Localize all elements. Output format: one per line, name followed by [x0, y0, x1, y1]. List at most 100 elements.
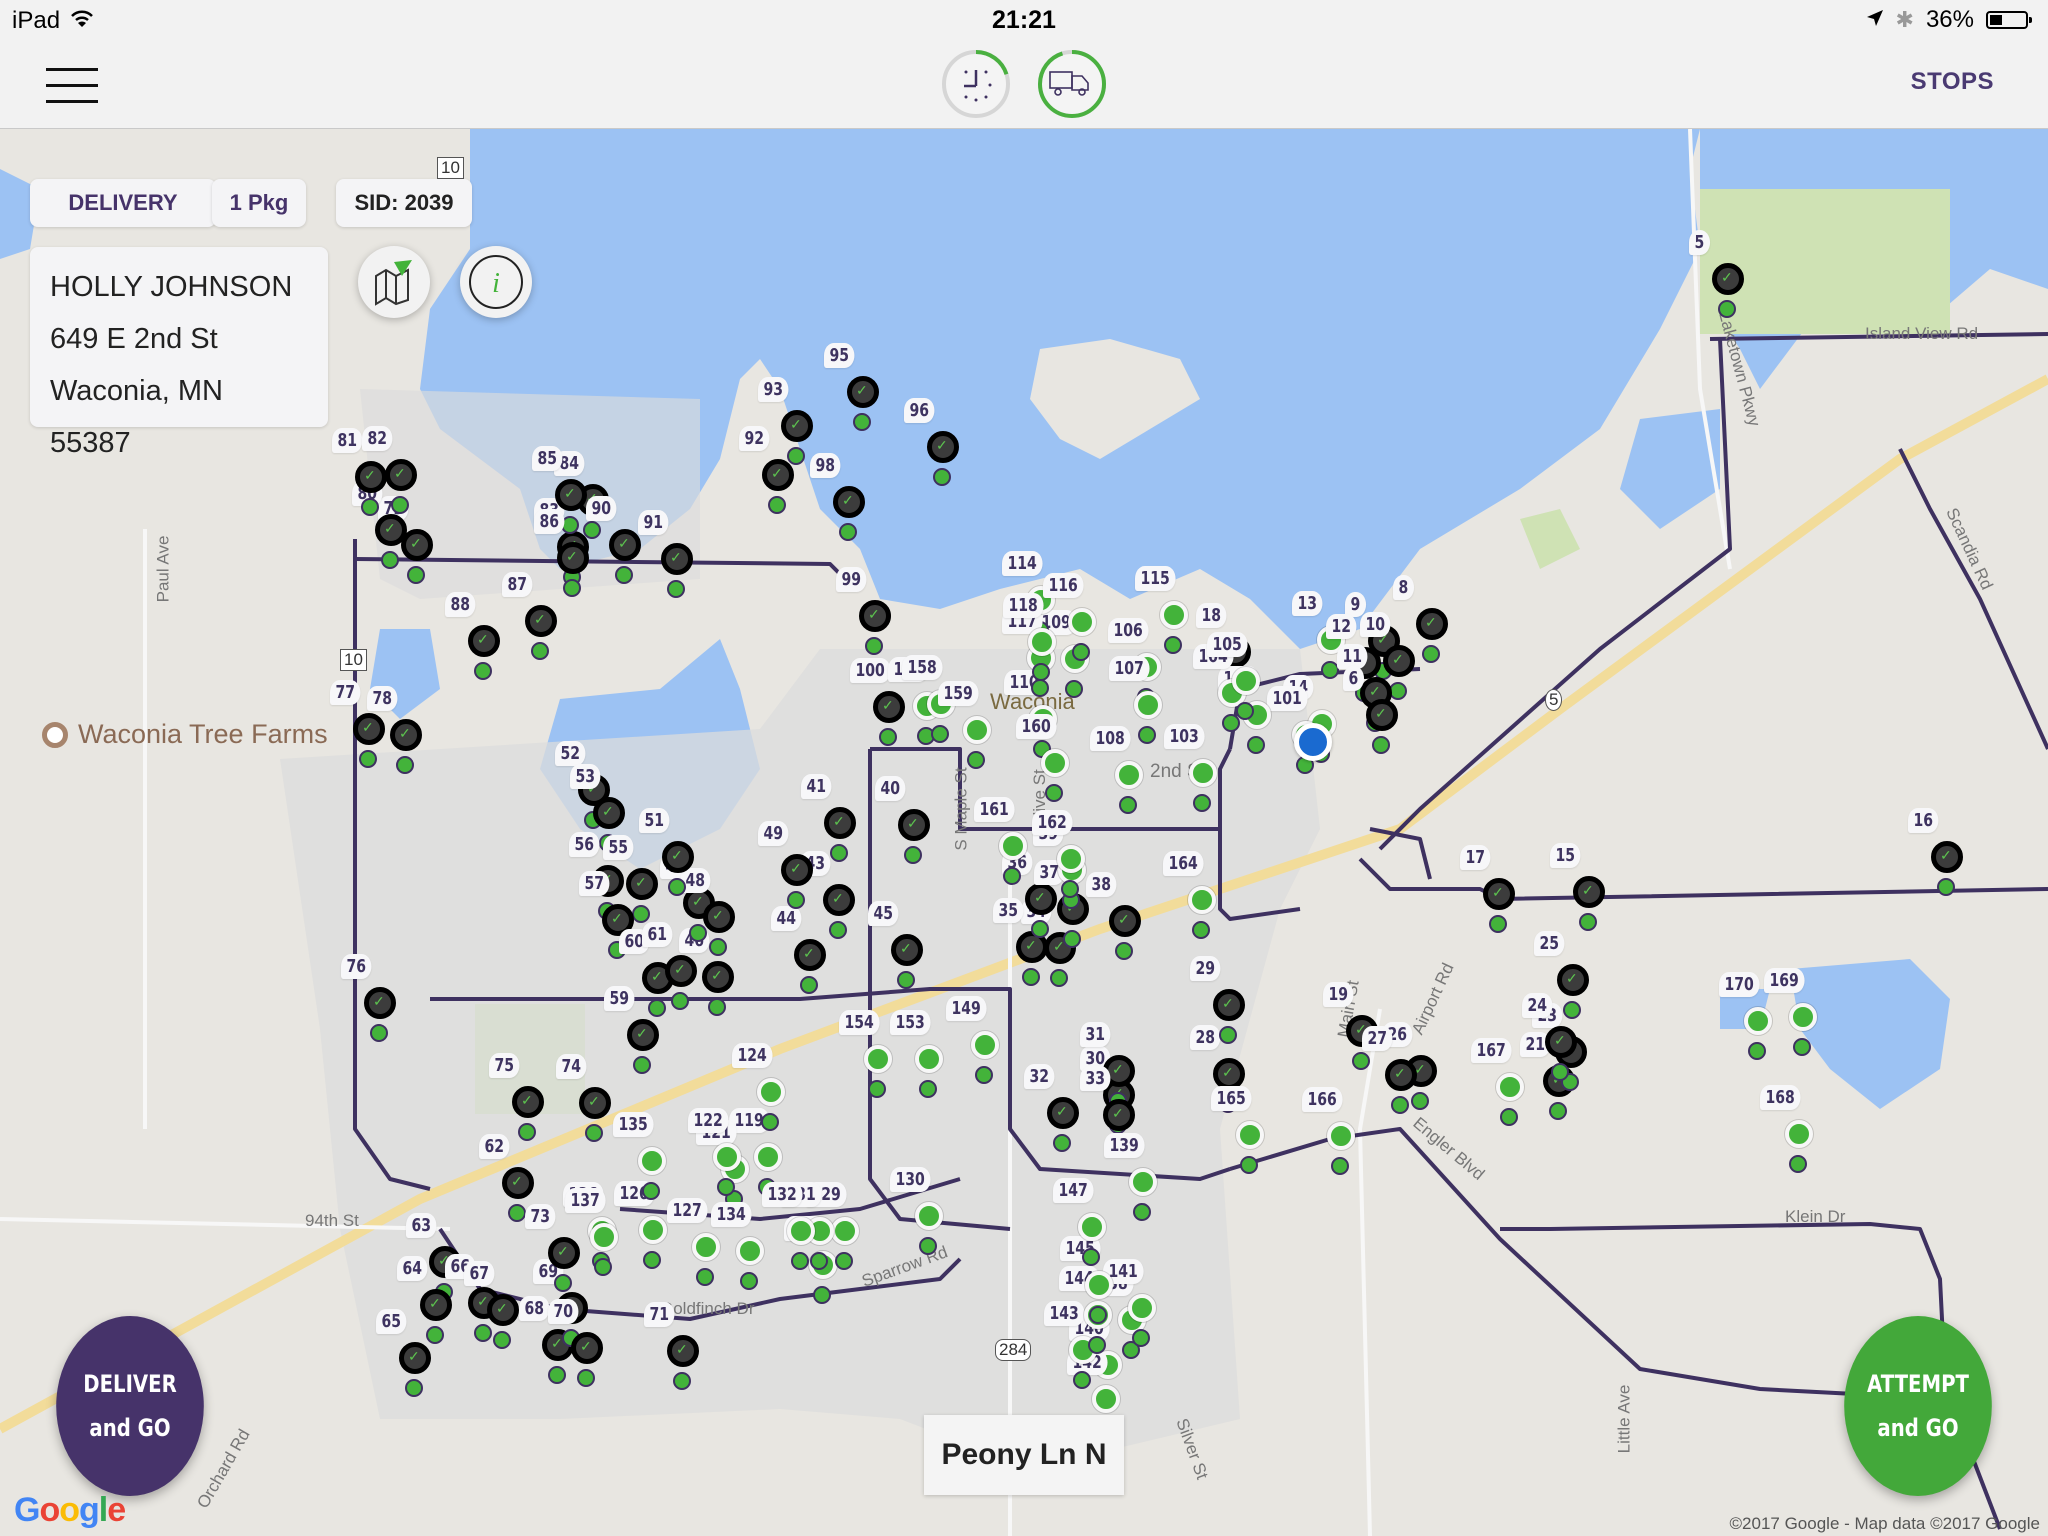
stop-marker-completed[interactable]: ✓	[364, 987, 396, 1019]
stop-marker-pending[interactable]	[1115, 761, 1143, 789]
stop-marker-completed[interactable]: ✓	[557, 542, 589, 574]
stop-marker-completed[interactable]: ✓	[833, 486, 865, 518]
stop-marker-pending[interactable]	[999, 832, 1027, 860]
stop-marker-completed[interactable]: ✓	[703, 901, 735, 933]
time-progress-button[interactable]	[940, 48, 1012, 120]
stop-marker-pending[interactable]	[754, 1143, 782, 1171]
stop-marker-completed[interactable]: ✓	[898, 809, 930, 841]
route-progress-button[interactable]	[1036, 48, 1108, 120]
stop-marker-completed[interactable]: ✓	[579, 1087, 611, 1119]
stop-marker-pending[interactable]	[1092, 1385, 1120, 1413]
stop-marker-completed[interactable]: ✓	[548, 1237, 580, 1269]
stop-marker-pending[interactable]	[1028, 628, 1056, 656]
stop-marker-completed[interactable]: ✓	[468, 625, 500, 657]
stop-marker-completed[interactable]: ✓	[399, 1342, 431, 1374]
stop-marker-pending[interactable]	[831, 1217, 859, 1245]
stop-marker-pending[interactable]	[1232, 667, 1260, 695]
map-view[interactable]: Paul Ave Island View Rd Laketown Pkwy Sc…	[0, 129, 2048, 1536]
stop-marker-pending[interactable]	[787, 1217, 815, 1245]
stop-marker-completed[interactable]: ✓	[667, 1335, 699, 1367]
stop-marker-pending[interactable]	[692, 1233, 720, 1261]
info-button[interactable]: i	[460, 246, 532, 318]
stops-button[interactable]: STOPS	[1911, 68, 1994, 96]
stop-marker-completed[interactable]: ✓	[385, 459, 417, 491]
stop-marker-completed[interactable]: ✓	[375, 514, 407, 546]
stop-marker-pending[interactable]	[1188, 886, 1216, 914]
stop-marker-pending[interactable]	[638, 1147, 666, 1175]
deliver-and-go-button[interactable]: DELIVER and GO	[56, 1316, 204, 1496]
attempt-and-go-button[interactable]: ATTEMPT and GO	[1844, 1316, 1992, 1496]
address-card[interactable]: HOLLY JOHNSON 649 E 2nd St Waconia, MN 5…	[30, 247, 328, 459]
stop-marker-completed[interactable]: ✓	[512, 1086, 544, 1118]
stop-marker-completed[interactable]: ✓	[1213, 989, 1245, 1021]
stop-marker-completed[interactable]: ✓	[665, 955, 697, 987]
stop-marker-pending[interactable]	[639, 1216, 667, 1244]
stop-marker-pending[interactable]	[1189, 759, 1217, 787]
stop-marker-pending[interactable]	[915, 1045, 943, 1073]
stop-marker-completed[interactable]: ✓	[353, 713, 385, 745]
stop-marker-completed[interactable]: ✓	[487, 1294, 519, 1326]
stop-marker-pending[interactable]	[1496, 1073, 1524, 1101]
stop-marker-completed[interactable]: ✓	[1383, 645, 1415, 677]
stop-marker-completed[interactable]: ✓	[873, 691, 905, 723]
stop-marker-completed[interactable]: ✓	[1557, 964, 1589, 996]
stop-marker-pending[interactable]	[1785, 1120, 1813, 1148]
stop-marker-pending[interactable]	[757, 1078, 785, 1106]
stop-marker-completed[interactable]: ✓	[355, 461, 387, 493]
stop-marker-pending[interactable]	[1134, 691, 1162, 719]
stop-marker-pending[interactable]	[1041, 749, 1069, 777]
stop-marker-completed[interactable]: ✓	[1931, 841, 1963, 873]
stop-marker-completed[interactable]: ✓	[781, 854, 813, 886]
stop-marker-pending[interactable]	[1085, 1271, 1113, 1299]
stop-marker-completed[interactable]: ✓	[1025, 883, 1057, 915]
stop-marker-completed[interactable]: ✓	[555, 479, 587, 511]
stop-marker-completed[interactable]: ✓	[626, 868, 658, 900]
stop-marker-pending[interactable]	[736, 1237, 764, 1265]
stop-marker-pending[interactable]	[713, 1143, 741, 1171]
stop-marker-completed[interactable]: ✓	[1109, 905, 1141, 937]
stop-marker-completed[interactable]: ✓	[762, 459, 794, 491]
stop-marker-pending[interactable]	[963, 716, 991, 744]
stop-marker-completed[interactable]: ✓	[847, 376, 879, 408]
stop-marker-completed[interactable]: ✓	[1573, 876, 1605, 908]
stop-marker-completed[interactable]: ✓	[859, 600, 891, 632]
stop-marker-completed[interactable]: ✓	[794, 939, 826, 971]
poi-waconia-tree-farms[interactable]: Waconia Tree Farms	[42, 719, 328, 750]
stop-marker-completed[interactable]: ✓	[390, 719, 422, 751]
stop-marker-completed[interactable]: ✓	[525, 605, 557, 637]
hamburger-menu-button[interactable]	[46, 68, 98, 104]
stop-marker-completed[interactable]: ✓	[661, 543, 693, 575]
stop-marker-completed[interactable]: ✓	[702, 961, 734, 993]
stop-marker-completed[interactable]: ✓	[420, 1289, 452, 1321]
stop-marker-completed[interactable]: ✓	[1545, 1026, 1577, 1058]
stop-marker-pending[interactable]	[1160, 601, 1188, 629]
stop-marker-completed[interactable]: ✓	[662, 841, 694, 873]
stop-marker-completed[interactable]: ✓	[571, 1332, 603, 1364]
navigate-map-button[interactable]	[358, 246, 430, 318]
stop-marker-completed[interactable]: ✓	[502, 1167, 534, 1199]
stop-marker-completed[interactable]: ✓	[609, 529, 641, 561]
stop-marker-pending[interactable]	[864, 1045, 892, 1073]
stop-marker-completed[interactable]: ✓	[927, 431, 959, 463]
stop-marker-pending[interactable]	[1129, 1168, 1157, 1196]
stop-marker-pending[interactable]	[1068, 608, 1096, 636]
stop-marker-completed[interactable]: ✓	[1385, 1059, 1417, 1091]
stop-marker-completed[interactable]: ✓	[781, 410, 813, 442]
stop-marker-completed[interactable]: ✓	[1103, 1099, 1135, 1131]
stop-marker-pending[interactable]	[1327, 1122, 1355, 1150]
stop-marker-completed[interactable]: ✓	[891, 934, 923, 966]
stop-marker-completed[interactable]: ✓	[823, 884, 855, 916]
stop-marker-pending[interactable]	[971, 1031, 999, 1059]
stop-marker-completed[interactable]: ✓	[1047, 1097, 1079, 1129]
stop-marker-pending[interactable]	[1744, 1007, 1772, 1035]
stop-marker-completed[interactable]: ✓	[627, 1019, 659, 1051]
stop-marker-pending[interactable]	[1057, 845, 1085, 873]
stop-marker-completed[interactable]: ✓	[1712, 263, 1744, 295]
stop-marker-pending[interactable]	[590, 1223, 618, 1251]
stop-marker-pending[interactable]	[1236, 1121, 1264, 1149]
stop-marker-completed[interactable]: ✓	[1483, 878, 1515, 910]
stop-marker-completed[interactable]: ✓	[593, 797, 625, 829]
stop-marker-pending[interactable]	[915, 1202, 943, 1230]
stop-marker-pending[interactable]	[1789, 1003, 1817, 1031]
stop-marker-completed[interactable]: ✓	[1366, 699, 1398, 731]
